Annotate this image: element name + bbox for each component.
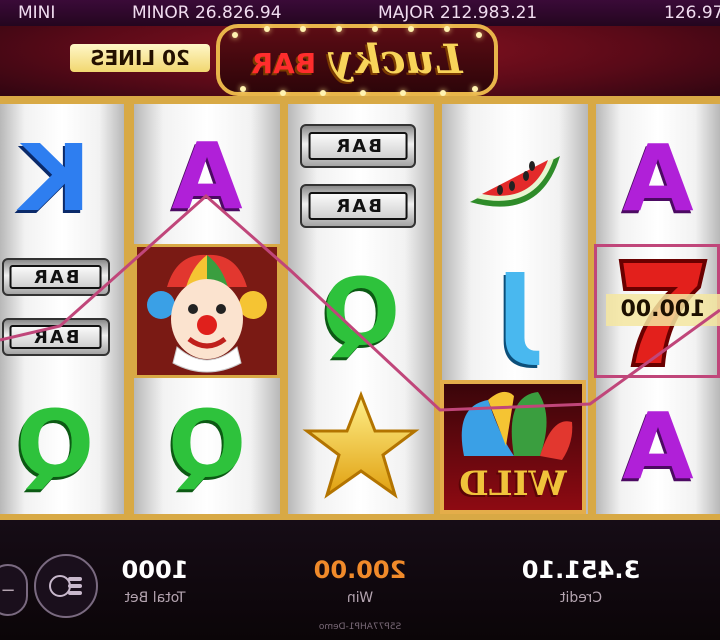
jester-hat-icon <box>461 391 573 460</box>
symbol-wild: WILD <box>440 380 586 514</box>
win-value: 200.00 <box>313 556 407 584</box>
jackpot-minor: MINOR 26.826.94 <box>132 3 282 23</box>
symbol-clown <box>134 244 280 378</box>
symbol-k: K <box>19 124 91 232</box>
jackpot-bar: MINI MINOR 26.826.94 MAJOR 212.983.21 12… <box>0 0 720 26</box>
symbol-q: Q <box>167 390 247 498</box>
lines-badge: 20 LINES <box>70 44 210 72</box>
symbol-a: A <box>622 124 694 232</box>
jackpot-major: MAJOR 212.983.21 <box>378 3 538 23</box>
jackpot-mini: MINI <box>18 3 56 23</box>
menu-button[interactable]: − <box>0 564 28 616</box>
symbol-star <box>294 386 428 506</box>
watermelon-icon <box>470 156 560 207</box>
symbol-a: A <box>171 122 243 230</box>
symbol-a: A <box>622 392 694 500</box>
logo-bar: BAR <box>251 47 317 80</box>
symbol-q: Q <box>321 258 401 366</box>
symbol-bar-top: BAR <box>2 258 110 296</box>
bet-coins-button[interactable] <box>34 554 98 618</box>
symbol-bar-bottom: BAR <box>300 184 416 228</box>
symbol-j: J <box>496 251 534 369</box>
win-label: Win <box>346 590 374 606</box>
logo-text: Lucky BAR <box>220 36 494 83</box>
total-bet-label: Total Bet <box>124 590 186 606</box>
jackpot-grand: 126.97 <box>664 3 720 23</box>
game-logo: Lucky BAR <box>216 24 498 96</box>
symbol-bar-bottom: BAR <box>2 318 110 356</box>
clown-icon <box>147 254 267 373</box>
symbol-watermelon <box>448 116 582 236</box>
logo-script: Lucky <box>330 36 463 83</box>
symbol-bar-top: BAR <box>300 124 416 168</box>
credit-value: 3.451.10 <box>521 556 641 584</box>
credit-label: Credit <box>559 590 603 606</box>
symbol-q: Q <box>15 390 95 498</box>
coins-icon <box>49 575 82 597</box>
footer-note: S5P77AHP1-Demo <box>318 622 402 632</box>
star-icon <box>302 391 420 499</box>
line-win-amount: 100.00 <box>606 294 720 326</box>
total-bet-value: 1000 <box>121 556 189 584</box>
